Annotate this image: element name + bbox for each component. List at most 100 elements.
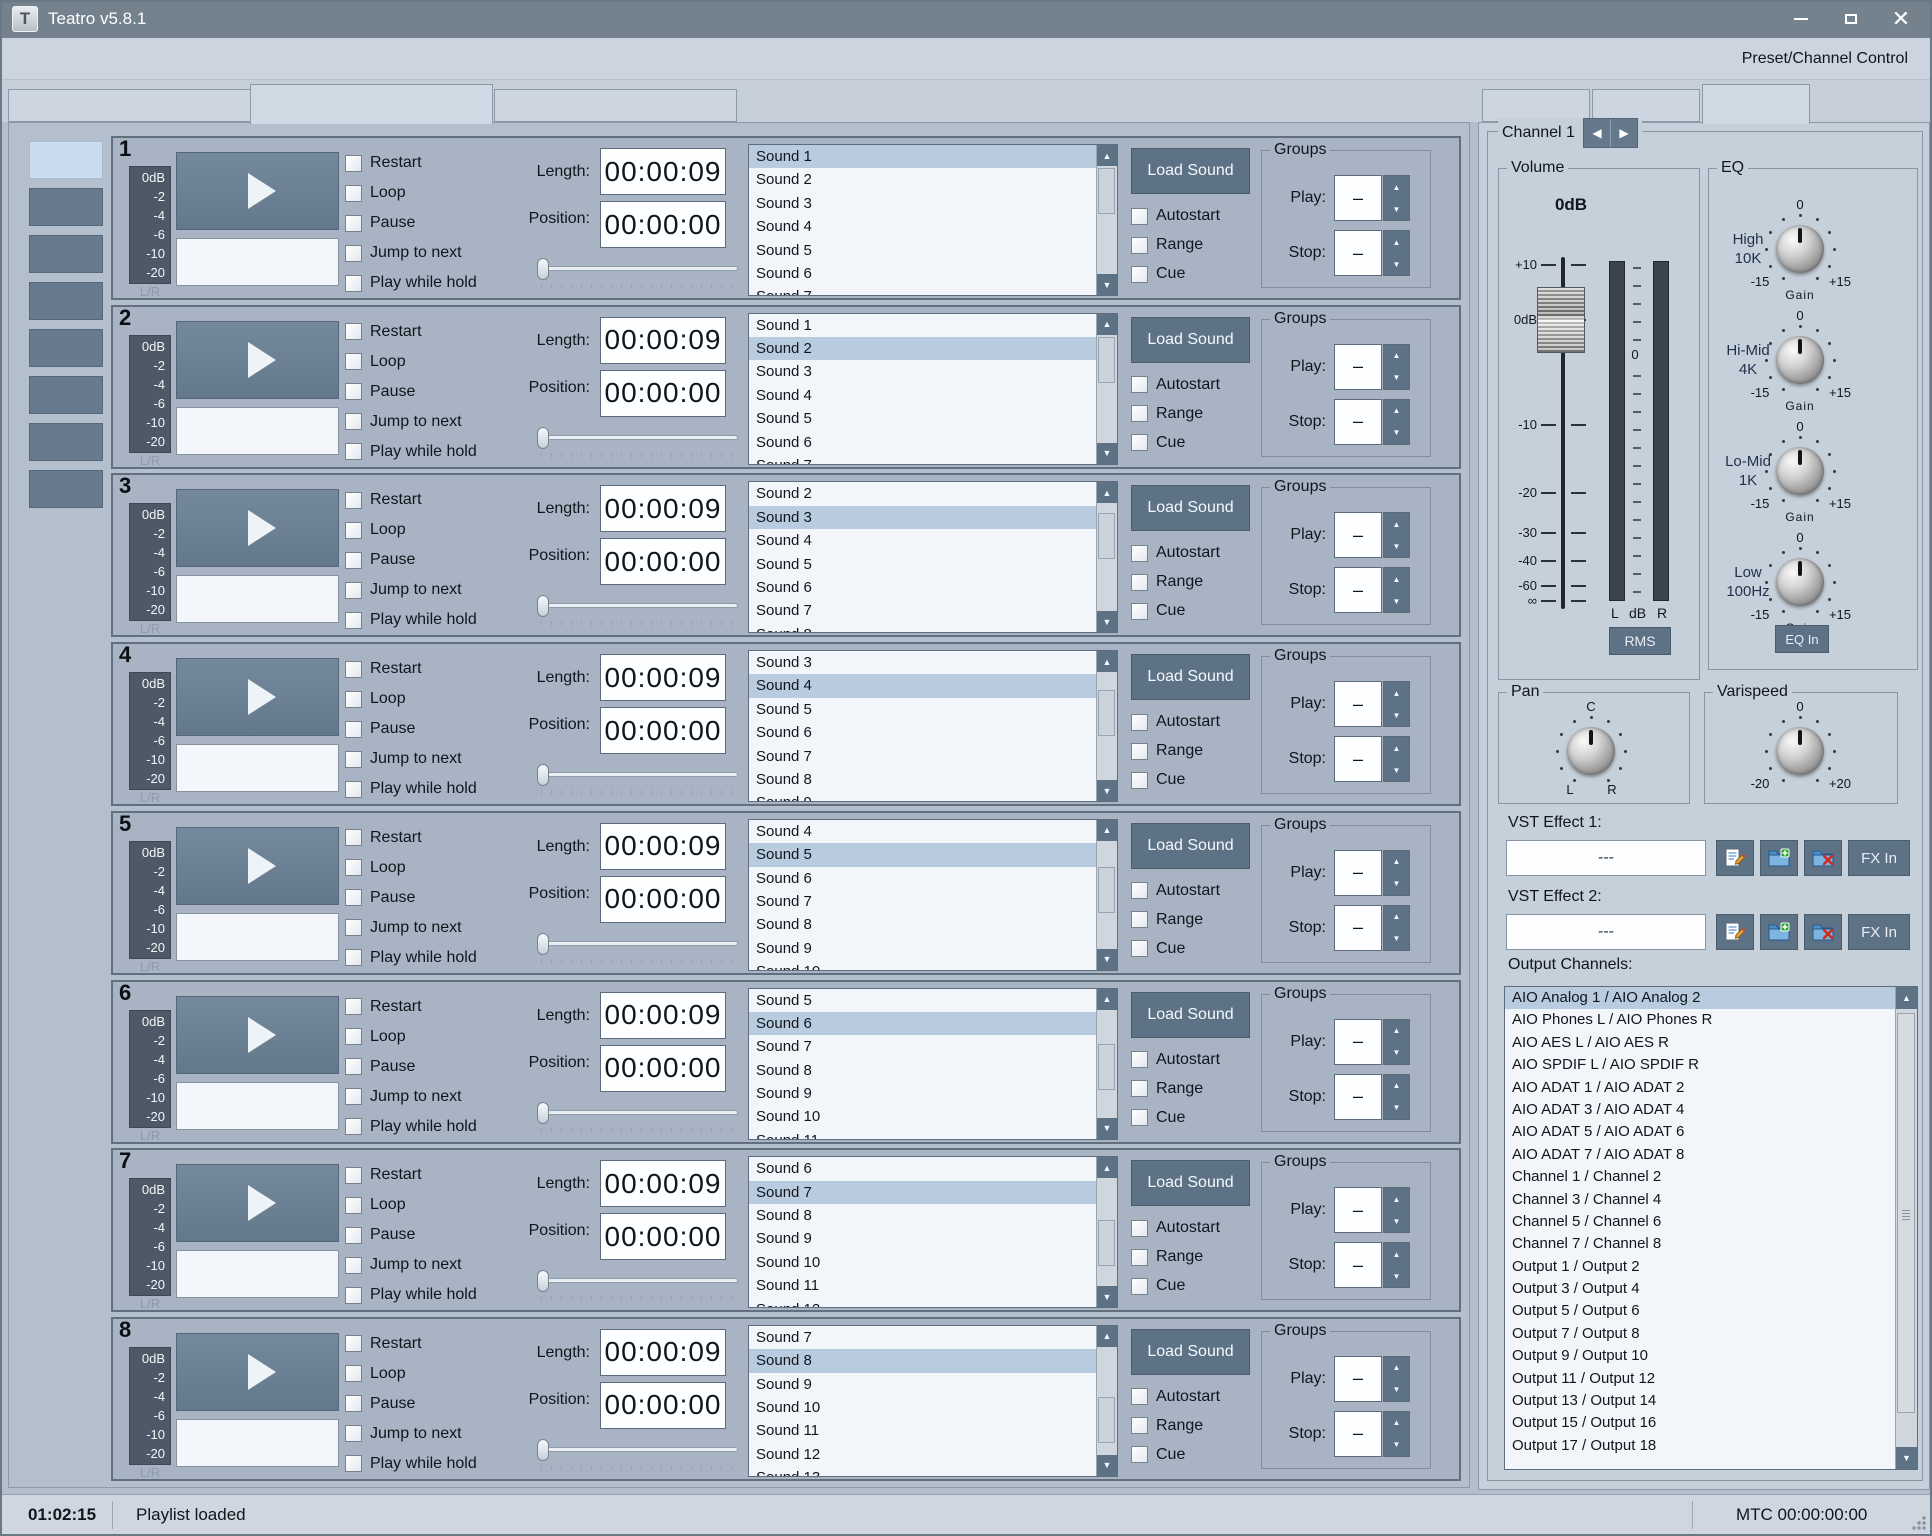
- scroll-down-icon[interactable]: ▼: [1097, 780, 1117, 801]
- play-while-hold-checkbox[interactable]: [345, 949, 362, 966]
- varispeed-knob[interactable]: [1776, 727, 1824, 775]
- sound-list-item[interactable]: Sound 11: [749, 1129, 1096, 1139]
- sound-list-item[interactable]: Sound 3: [749, 506, 1096, 529]
- sound-scrollbar-thumb[interactable]: [1098, 168, 1115, 214]
- load-sound-button[interactable]: Load Sound: [1131, 992, 1250, 1038]
- scroll-down-icon[interactable]: ▼: [1097, 1286, 1117, 1307]
- eq-gain-knob[interactable]: [1776, 447, 1824, 495]
- jump-to-next-checkbox[interactable]: [345, 1425, 362, 1442]
- loop-checkbox[interactable]: [345, 859, 362, 876]
- sound-list-item[interactable]: Sound 8: [749, 1059, 1096, 1082]
- position-slider-thumb[interactable]: [537, 1270, 549, 1292]
- scroll-up-icon[interactable]: ▲: [1097, 1326, 1117, 1347]
- pause-checkbox[interactable]: [345, 552, 362, 569]
- position-slider[interactable]: [538, 266, 738, 271]
- autostart-checkbox[interactable]: [1131, 208, 1148, 225]
- sound-scrollbar-thumb[interactable]: [1098, 513, 1115, 559]
- sound-list-item[interactable]: Sound 1: [749, 314, 1096, 337]
- play-button[interactable]: [176, 827, 339, 905]
- play-button[interactable]: [176, 1164, 339, 1242]
- vst-edit-button[interactable]: [1716, 840, 1754, 876]
- sound-list-item[interactable]: Sound 7: [749, 599, 1096, 622]
- output-channel-item[interactable]: AIO ADAT 3 / AIO ADAT 4: [1505, 1099, 1895, 1121]
- position-slider-thumb[interactable]: [537, 1439, 549, 1461]
- loop-checkbox[interactable]: [345, 1365, 362, 1382]
- play-group-up-icon[interactable]: ▲: [1384, 851, 1409, 873]
- stop-group-up-icon[interactable]: ▲: [1384, 400, 1409, 422]
- range-checkbox[interactable]: [1131, 1080, 1148, 1097]
- sound-list-item[interactable]: Sound 7: [749, 1326, 1096, 1349]
- sound-list-item[interactable]: Sound 7: [749, 745, 1096, 768]
- scroll-down-icon[interactable]: ▼: [1097, 611, 1117, 632]
- sound-list-item[interactable]: Sound 8: [749, 1349, 1096, 1372]
- output-channel-item[interactable]: Output 15 / Output 16: [1505, 1412, 1895, 1434]
- load-sound-button[interactable]: Load Sound: [1131, 1329, 1250, 1375]
- scroll-down-icon[interactable]: ▼: [1097, 949, 1117, 970]
- stop-group-down-icon[interactable]: ▼: [1384, 253, 1409, 275]
- stop-group-down-icon[interactable]: ▼: [1384, 759, 1409, 781]
- stop-group-up-icon[interactable]: ▲: [1384, 737, 1409, 759]
- cue-checkbox[interactable]: [1131, 266, 1148, 283]
- jump-to-next-checkbox[interactable]: [345, 751, 362, 768]
- output-channel-item[interactable]: Output 3 / Output 4: [1505, 1278, 1895, 1300]
- sound-scrollbar-thumb[interactable]: [1098, 690, 1115, 736]
- bank-button[interactable]: [29, 470, 103, 508]
- play-while-hold-checkbox[interactable]: [345, 1118, 362, 1135]
- sound-list-item[interactable]: Sound 4: [749, 529, 1096, 552]
- vst-add-button[interactable]: [1760, 840, 1798, 876]
- eq-gain-knob[interactable]: [1776, 225, 1824, 273]
- play-while-hold-checkbox[interactable]: [345, 612, 362, 629]
- cue-checkbox[interactable]: [1131, 940, 1148, 957]
- range-checkbox[interactable]: [1131, 574, 1148, 591]
- eq-gain-knob[interactable]: [1776, 558, 1824, 606]
- jump-to-next-checkbox[interactable]: [345, 1088, 362, 1105]
- fx-in-button[interactable]: FX In: [1848, 840, 1910, 876]
- load-sound-button[interactable]: Load Sound: [1131, 485, 1250, 531]
- play-group-down-icon[interactable]: ▼: [1384, 1042, 1409, 1064]
- play-group-down-icon[interactable]: ▼: [1384, 198, 1409, 220]
- range-checkbox[interactable]: [1131, 1249, 1148, 1266]
- scroll-up-icon[interactable]: ▲: [1097, 1157, 1117, 1178]
- sound-list-item[interactable]: Sound 4: [749, 820, 1096, 843]
- position-slider[interactable]: [538, 1110, 738, 1115]
- tab[interactable]: [1702, 84, 1810, 124]
- play-while-hold-checkbox[interactable]: [345, 1287, 362, 1304]
- sound-list-item[interactable]: Sound 5: [749, 843, 1096, 866]
- output-channel-item[interactable]: Output 1 / Output 2: [1505, 1256, 1895, 1278]
- cue-checkbox[interactable]: [1131, 603, 1148, 620]
- tab[interactable]: [250, 84, 493, 124]
- pause-checkbox[interactable]: [345, 1227, 362, 1244]
- sound-list-item[interactable]: Sound 6: [749, 431, 1096, 454]
- sound-list-item[interactable]: Sound 7: [749, 890, 1096, 913]
- sound-list-item[interactable]: Sound 7: [749, 285, 1096, 295]
- load-sound-button[interactable]: Load Sound: [1131, 1160, 1250, 1206]
- output-channel-item[interactable]: AIO Analog 1 / AIO Analog 2: [1505, 987, 1895, 1009]
- sound-list-item[interactable]: Sound 7: [749, 454, 1096, 464]
- pause-checkbox[interactable]: [345, 1395, 362, 1412]
- autostart-checkbox[interactable]: [1131, 545, 1148, 562]
- play-group-down-icon[interactable]: ▼: [1384, 1210, 1409, 1232]
- rms-button[interactable]: RMS: [1609, 627, 1671, 655]
- position-slider[interactable]: [538, 1447, 738, 1452]
- resize-grip[interactable]: [1912, 1516, 1926, 1530]
- restart-checkbox[interactable]: [345, 829, 362, 846]
- loop-checkbox[interactable]: [345, 522, 362, 539]
- sound-scrollbar-thumb[interactable]: [1098, 1220, 1115, 1266]
- output-channel-item[interactable]: Channel 1 / Channel 2: [1505, 1166, 1895, 1188]
- sound-list-item[interactable]: Sound 8: [749, 1204, 1096, 1227]
- sound-list-item[interactable]: Sound 5: [749, 553, 1096, 576]
- scroll-down-icon[interactable]: ▼: [1097, 1118, 1117, 1139]
- tab[interactable]: [494, 89, 737, 122]
- sound-list-item[interactable]: Sound 2: [749, 168, 1096, 191]
- autostart-checkbox[interactable]: [1131, 882, 1148, 899]
- scroll-up-icon[interactable]: ▲: [1097, 314, 1117, 335]
- stop-group-up-icon[interactable]: ▲: [1384, 1412, 1409, 1434]
- sound-list-item[interactable]: Sound 1: [749, 145, 1096, 168]
- output-channel-item[interactable]: Channel 5 / Channel 6: [1505, 1211, 1895, 1233]
- play-group-up-icon[interactable]: ▲: [1384, 345, 1409, 367]
- sound-list-item[interactable]: Sound 3: [749, 192, 1096, 215]
- play-while-hold-checkbox[interactable]: [345, 275, 362, 292]
- sound-list-item[interactable]: Sound 5: [749, 698, 1096, 721]
- play-while-hold-checkbox[interactable]: [345, 781, 362, 798]
- scroll-up-icon[interactable]: ▲: [1097, 989, 1117, 1010]
